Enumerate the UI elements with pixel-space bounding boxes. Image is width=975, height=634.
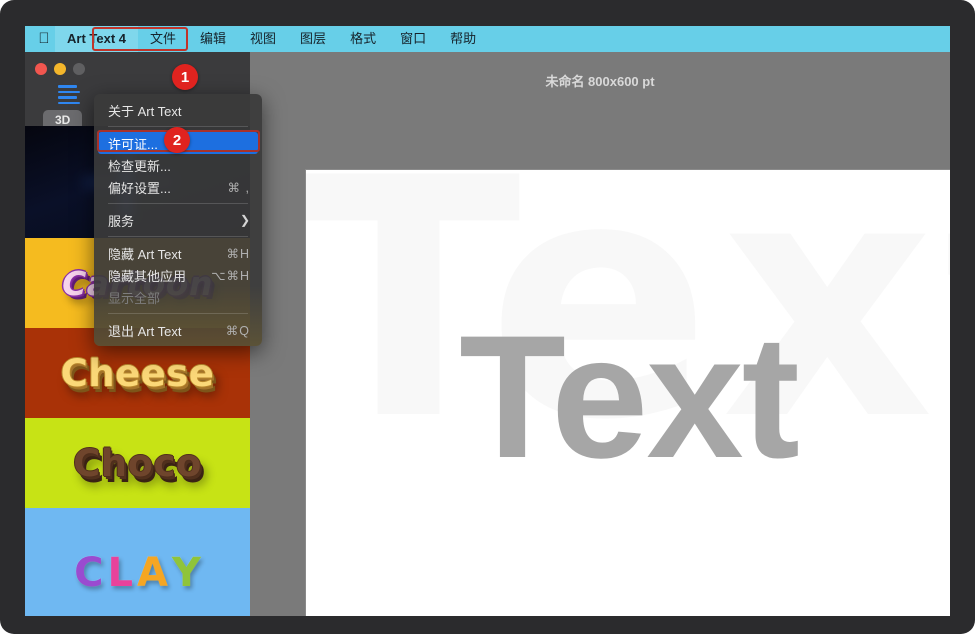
menu-option-services-label: 服务 [108,211,240,230]
menu-separator-2 [108,203,248,204]
menu-option-hide-app[interactable]: 隐藏 Art Text ⌘H [94,242,262,264]
menu-item-format[interactable]: 格式 [338,26,388,52]
clay-letter-y: Y [172,550,201,596]
clay-letter-c: C [74,550,103,596]
menu-item-file[interactable]: 文件 [138,26,188,52]
menu-option-hide-others[interactable]: 隐藏其他应用 ⌥⌘H [94,264,262,286]
canvas-text-object[interactable]: Text [306,310,950,485]
close-window-button[interactable] [35,63,47,75]
step-badge-1: 1 [172,64,198,90]
menu-option-show-all-label: 显示全部 [108,288,250,307]
document-title: 未命名 800x600 pt [250,71,950,90]
app-window:  Art Text 4 文件 编辑 视图 图层 格式 窗口 帮助 [25,26,950,616]
menu-item-window[interactable]: 窗口 [388,26,438,52]
style-preset-choco[interactable]: Choco [25,418,250,508]
preset-label-choco: Choco [73,442,202,485]
minimize-window-button[interactable] [54,63,66,75]
preset-label-clay: C L A Y [74,550,201,596]
menu-item-edit[interactable]: 编辑 [188,26,238,52]
menu-option-hide-others-label: 隐藏其他应用 [108,266,211,285]
menu-option-hide-others-shortcut: ⌥⌘H [211,268,250,283]
menu-option-check-updates-label: 检查更新... [108,156,250,175]
menu-option-quit-label: 退出 Art Text [108,321,226,340]
list-icon[interactable] [58,85,80,101]
menu-option-check-updates[interactable]: 检查更新... [94,154,262,176]
menu-option-hide-app-shortcut: ⌘H [226,246,250,261]
canvas-workspace[interactable]: 未命名 800x600 pt Text Text [250,52,950,616]
menu-item-art-text[interactable]: Art Text 4 [55,26,138,52]
menu-bar:  Art Text 4 文件 编辑 视图 图层 格式 窗口 帮助 [25,26,950,52]
menu-option-preferences-label: 偏好设置... [108,178,228,197]
step-badge-2: 2 [164,127,190,153]
menu-option-preferences-shortcut: ⌘ , [228,180,250,195]
maximize-window-button[interactable] [73,63,85,75]
menu-option-quit-shortcut: ⌘Q [226,323,250,338]
menu-option-about-label: 关于 Art Text [108,101,250,120]
menu-item-help[interactable]: 帮助 [438,26,488,52]
chevron-right-icon: ❯ [240,213,250,227]
menu-separator-3 [108,236,248,237]
clay-letter-l: L [107,550,133,596]
menu-option-preferences[interactable]: 偏好设置... ⌘ , [94,176,262,198]
screenshot-frame:  Art Text 4 文件 编辑 视图 图层 格式 窗口 帮助 [0,0,975,634]
style-preset-clay[interactable]: C L A Y [25,508,250,616]
menu-option-show-all: 显示全部 [94,286,262,308]
clay-letter-a: A [137,550,168,596]
menu-separator-4 [108,313,248,314]
menu-item-layer[interactable]: 图层 [288,26,338,52]
menu-option-hide-app-label: 隐藏 Art Text [108,244,226,263]
apple-logo-icon[interactable]:  [33,26,55,52]
menu-option-services[interactable]: 服务 ❯ [94,209,262,231]
menu-item-view[interactable]: 视图 [238,26,288,52]
canvas-page[interactable]: Text Text [305,169,950,616]
menu-option-about[interactable]: 关于 Art Text [94,99,262,121]
menu-option-quit[interactable]: 退出 Art Text ⌘Q [94,319,262,341]
preset-label-cheese: Cheese [61,352,215,395]
